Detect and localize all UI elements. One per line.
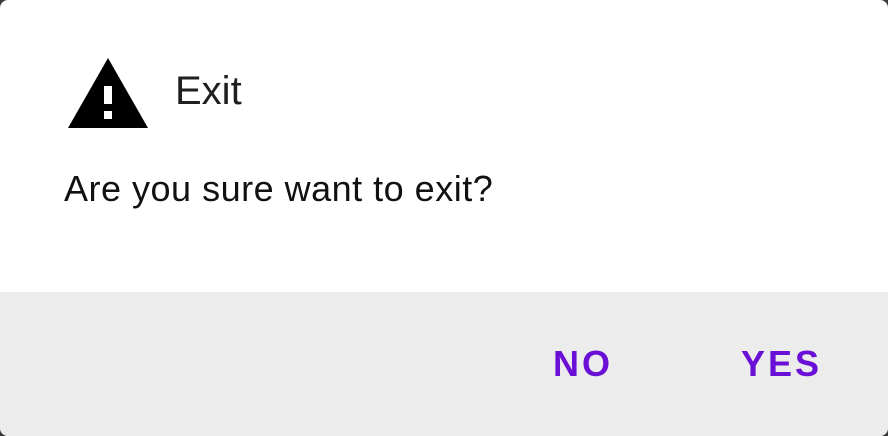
dialog-title: Exit bbox=[175, 69, 242, 113]
no-button[interactable]: NO bbox=[553, 342, 613, 386]
dialog-message: Are you sure want to exit? bbox=[64, 168, 494, 209]
yes-button[interactable]: YES bbox=[741, 342, 822, 386]
warning-icon bbox=[68, 58, 148, 128]
dialog-actions: NO YES bbox=[0, 292, 888, 436]
dialog-header: Exit bbox=[66, 56, 242, 130]
exit-dialog: Exit Are you sure want to exit? NO YES bbox=[0, 0, 888, 436]
